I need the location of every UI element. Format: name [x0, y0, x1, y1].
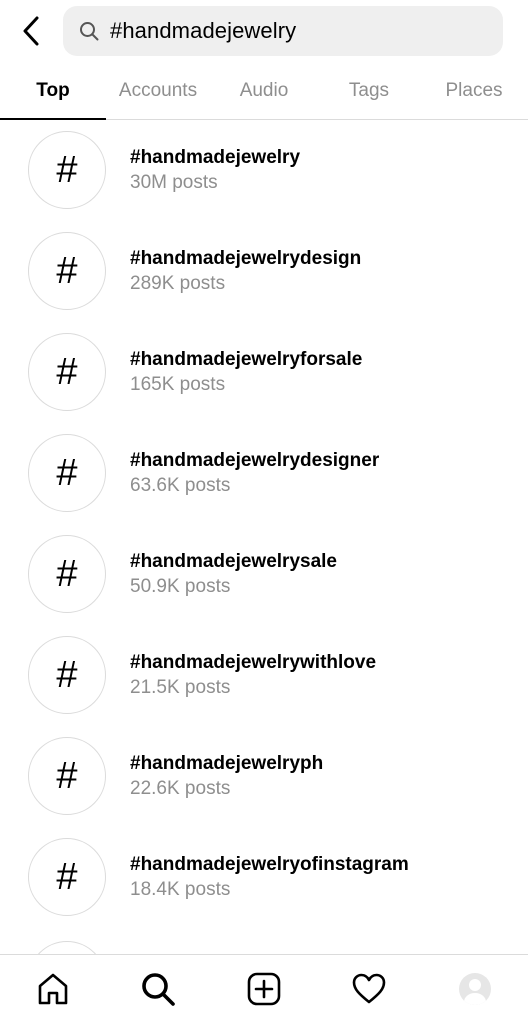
hashtag-result-row[interactable]: # #handmadejewelry 30M posts — [0, 120, 528, 221]
post-count: 63.6K posts — [130, 475, 231, 496]
hashtag-icon: # — [28, 232, 106, 310]
bottom-navigation — [0, 954, 528, 1024]
post-count: 18.4K posts — [130, 879, 231, 900]
hashtag-name: #handmadejewelrysale — [130, 551, 337, 572]
hashtag-result-row[interactable]: # #handmadejewelrysale 50.9K posts — [0, 524, 528, 625]
hashtag-icon: # — [28, 131, 106, 209]
avatar-head-shape — [469, 979, 481, 991]
tab-audio[interactable]: Audio — [210, 62, 318, 120]
hashtag-result-row[interactable]: # #handmadejewelryofinstagram 18.4K post… — [0, 827, 528, 928]
nav-activity-button[interactable] — [349, 969, 389, 1009]
tab-bar: Top Accounts Audio Tags Places — [0, 62, 528, 120]
tab-tags[interactable]: Tags — [318, 62, 420, 120]
post-count: 21.5K posts — [130, 677, 231, 698]
chevron-left-icon — [23, 16, 39, 46]
search-input[interactable]: #handmadejewelry — [63, 6, 503, 56]
hashtag-icon: # — [28, 737, 106, 815]
hashtag-name: #handmadejewelrywithlove — [130, 652, 377, 673]
hashtag-name: #handmadejewelryofinstagram — [130, 854, 409, 875]
hashtag-icon: # — [28, 535, 106, 613]
hashtag-name: #handmadejewelrydesigner — [130, 450, 380, 471]
nav-search-button[interactable] — [138, 969, 178, 1009]
hashtag-name: #handmadejewelryforsale — [130, 349, 363, 370]
hashtag-name: #handmadejewelryph — [130, 753, 324, 774]
avatar — [459, 973, 491, 1005]
post-count: 289K posts — [130, 273, 226, 294]
plus-square-icon — [247, 972, 281, 1006]
hashtag-icon: # — [28, 434, 106, 512]
search-query: #handmadejewelry — [110, 18, 297, 43]
hashtag-icon: # — [28, 838, 106, 916]
search-header: #handmadejewelry — [0, 0, 528, 62]
search-icon — [142, 973, 175, 1006]
avatar-body-shape — [464, 993, 486, 1005]
hashtag-name: #handmadejewelry — [130, 147, 301, 168]
post-count: 22.6K posts — [130, 778, 231, 799]
nav-profile-button[interactable] — [455, 969, 495, 1009]
tab-accounts[interactable]: Accounts — [106, 62, 210, 120]
tab-top[interactable]: Top — [0, 62, 106, 120]
nav-create-button[interactable] — [244, 969, 284, 1009]
hashtag-icon: # — [28, 636, 106, 714]
home-icon — [38, 973, 68, 1005]
hashtag-icon: # — [28, 333, 106, 411]
post-count: 30M posts — [130, 172, 218, 193]
post-count: 165K posts — [130, 374, 226, 395]
post-count: 50.9K posts — [130, 576, 231, 597]
hashtag-result-row[interactable]: # #handmadejewelrywithlove 21.5K posts — [0, 625, 528, 726]
hashtag-result-row[interactable]: # #handmadejewelryforsale 165K posts — [0, 322, 528, 423]
search-icon — [78, 20, 100, 42]
tab-places[interactable]: Places — [420, 62, 528, 120]
hashtag-result-row[interactable]: # #handmadejewelryph 22.6K posts — [0, 726, 528, 827]
hashtag-name: #handmadejewelrydesign — [130, 248, 362, 269]
hashtag-result-row[interactable]: # #handmadejewelrydesigner 63.6K posts — [0, 423, 528, 524]
back-button[interactable] — [14, 12, 48, 50]
hashtag-result-row[interactable]: # #handmadejewelrydesign 289K posts — [0, 221, 528, 322]
nav-home-button[interactable] — [33, 969, 73, 1009]
heart-icon — [352, 973, 386, 1004]
